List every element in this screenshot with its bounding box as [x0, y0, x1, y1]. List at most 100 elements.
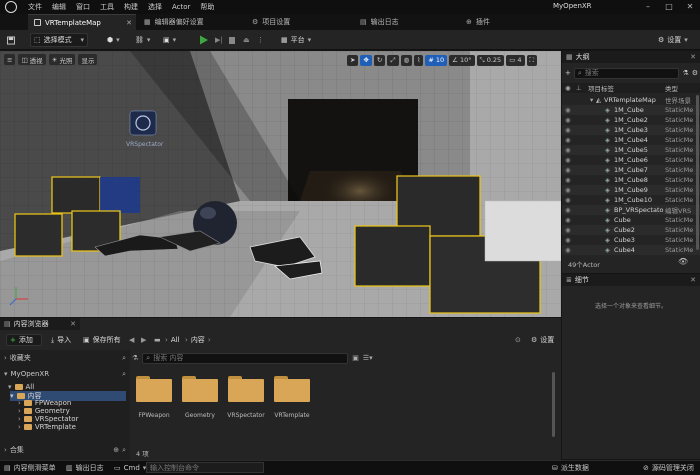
grid-snap-button[interactable]: #10 [425, 54, 448, 66]
translate-transform-button[interactable]: ✥ [360, 54, 372, 66]
scale-transform-button[interactable]: ⤢ [387, 54, 399, 66]
eye-icon[interactable]: ◉ [565, 84, 571, 92]
search-icon[interactable]: ⌕ [122, 354, 126, 363]
outliner-row[interactable]: ◉ ◈ 1M_Cube4 StaticMe [562, 135, 700, 145]
menu-tools[interactable]: 工具 [100, 2, 114, 12]
outliner-row[interactable]: ◉ ◈ 1M_Cube6 StaticMe [562, 155, 700, 165]
eye-icon[interactable]: ◉ [565, 236, 571, 244]
eye-icon[interactable]: ◉ [565, 136, 571, 144]
eye-icon[interactable]: ◉ [565, 176, 571, 184]
content-settings-button[interactable]: ⚙ 设置 [528, 334, 557, 346]
console-input[interactable]: 输入控制台命令 [146, 462, 264, 473]
tree-item-fpweapon[interactable]: › FPWeapon [18, 399, 71, 407]
folder-tile[interactable] [274, 376, 310, 402]
rotate-snap-button[interactable]: ∠ 10° [449, 54, 475, 66]
tab-project-settings[interactable]: ⚙ 项目设置 [246, 14, 346, 30]
outliner-search-input[interactable]: ⌕ 搜索 [573, 67, 680, 79]
cmd-dropdown[interactable]: ▭ Cmd ▾ [114, 462, 146, 473]
eye-icon[interactable]: ◉ [565, 146, 571, 154]
outliner-row[interactable]: ◉ ◈ 1M_Cube10 StaticMe [562, 195, 700, 205]
tree-item-vrtemplate[interactable]: › VRTemplate [18, 423, 76, 431]
maximize-viewport-button[interactable]: ⛶ [526, 54, 538, 66]
save-icon[interactable] [4, 33, 18, 47]
menu-edit[interactable]: 编辑 [52, 2, 66, 12]
close-icon[interactable]: ✕ [685, 2, 695, 12]
surface-snap-button[interactable]: ⌇ [414, 54, 424, 66]
save-all-button[interactable]: ▣ 保存所有 [80, 334, 124, 346]
scale-snap-button[interactable]: ⤡ 0.25 [476, 54, 505, 66]
outliner-row[interactable]: ◉ ◈ Cube3 StaticMe [562, 235, 700, 245]
outliner-row[interactable]: ◉ ◈ 1M_Cube StaticMe [562, 105, 700, 115]
source-control-button[interactable]: ⊘ 源码管理关闭 [643, 462, 694, 473]
tree-item-vrspectator[interactable]: › VRSpectator [18, 415, 78, 423]
filter-icon[interactable]: ⚗ [132, 354, 138, 362]
eye-icon[interactable]: ◉ [565, 226, 571, 234]
rotate-transform-button[interactable]: ↻ [373, 54, 386, 66]
content-browser-tab[interactable]: ▤ 内容浏览器 ✕ [0, 318, 80, 330]
tab-output-log[interactable]: ▤ 输出日志 [354, 14, 454, 30]
breadcrumb-content[interactable]: › 内容 › [182, 334, 214, 346]
pin-icon[interactable]: ⊥ [576, 84, 582, 92]
eject-button[interactable]: ⏏ [240, 33, 252, 47]
level-viewport[interactable]: VRSpectator [0, 51, 561, 317]
menu-select[interactable]: 选择 [148, 2, 162, 12]
lit-button[interactable]: ☀ 光照 [48, 54, 76, 65]
content-search-input[interactable]: ⌕ 搜索 内容 [142, 352, 349, 364]
outliner-scrollbar[interactable] [696, 95, 699, 250]
eye-icon[interactable]: ◉ [565, 216, 571, 224]
settings-button[interactable]: ⚙ 设置 ▾ [655, 33, 695, 47]
folder-tile[interactable] [228, 376, 264, 402]
eye-icon[interactable]: ◉ [565, 206, 571, 214]
cinematics-button[interactable]: ▣ ▾ [160, 33, 182, 47]
blueprint-button[interactable]: ⛓ ▾ [132, 33, 154, 47]
eye-icon[interactable]: ◉ [565, 196, 571, 204]
tree-item-geometry[interactable]: › Geometry [18, 407, 70, 415]
stop-button[interactable] [226, 33, 238, 47]
minimize-icon[interactable]: – [643, 2, 653, 12]
eye-icon[interactable]: ◉ [565, 116, 571, 124]
sort-icon[interactable]: ☰▾ [363, 354, 373, 362]
eye-icon[interactable]: ◉ [565, 246, 571, 254]
search-icon[interactable]: ⌕ [122, 370, 126, 379]
breadcrumb-all[interactable]: › All [162, 334, 183, 346]
folder-tile[interactable] [136, 376, 172, 402]
history-back-button[interactable]: ◀ [126, 334, 137, 346]
tab-plugins[interactable]: ⊕ 插件 [460, 14, 540, 30]
menu-build[interactable]: 构建 [124, 2, 138, 12]
view-options-icon[interactable]: 👁 [678, 257, 688, 266]
eye-icon[interactable]: ◉ [565, 166, 571, 174]
outliner-row[interactable]: ◉ ◈ 1M_Cube2 StaticMe [562, 115, 700, 125]
outliner-row[interactable]: ◉ ◈ Cube StaticMe [562, 215, 700, 225]
close-icon[interactable]: ✕ [690, 53, 696, 61]
import-button[interactable]: ⤓ 导入 [48, 334, 74, 346]
menu-file[interactable]: 文件 [28, 2, 42, 12]
tab-close-icon[interactable]: ✕ [126, 19, 132, 27]
search-icon[interactable]: ⌕ [122, 446, 126, 455]
tab-editor-preferences[interactable]: ▦ 编辑器偏好设置 [138, 14, 238, 30]
outliner-row[interactable]: ◉ ◈ 1M_Cube5 StaticMe [562, 145, 700, 155]
filter-icon[interactable]: ⚗ [682, 69, 688, 77]
outliner-row[interactable]: ◉ ◈ Cube2 StaticMe [562, 225, 700, 235]
select-transform-button[interactable]: ➤ [347, 54, 359, 66]
mode-select-dropdown[interactable]: ⬚ 选择模式 ▾ [30, 33, 88, 47]
perspective-button[interactable]: ◫ 透视 [18, 54, 46, 65]
add-actor-button[interactable]: ⬢ ▾ [104, 33, 126, 47]
tab-vrtemplatemap[interactable]: VRTemplateMap ✕ [28, 14, 136, 30]
tree-item-all[interactable]: ▾ All [8, 383, 34, 391]
menu-actor[interactable]: Actor [172, 3, 190, 11]
camera-speed-button[interactable]: ▭ 4 [506, 54, 525, 66]
eye-icon[interactable]: ◉ [565, 186, 571, 194]
history-forward-button[interactable]: ▶ [138, 334, 149, 346]
viewport-menu-button[interactable]: ≡ [4, 54, 16, 65]
asset-scrollbar[interactable] [552, 372, 555, 437]
outliner-row[interactable]: ◉ ◈ 1M_Cube3 StaticMe [562, 125, 700, 135]
menu-help[interactable]: 帮助 [200, 2, 214, 12]
outliner-row[interactable]: ◉ ◈ 1M_Cube9 StaticMe [562, 185, 700, 195]
add-collection-icon[interactable]: ⊕ [113, 446, 119, 454]
outliner-row[interactable]: ◉ ◈ Cube4 StaticMe [562, 245, 700, 255]
eye-icon[interactable]: ◉ [565, 126, 571, 134]
close-icon[interactable]: ✕ [690, 276, 696, 284]
save-search-icon[interactable]: ▣ [352, 354, 359, 362]
column-label[interactable]: 项目标签 [588, 83, 614, 93]
outliner-row[interactable]: ◉ ◈ BP_VRSpectato 编辑VRS [562, 205, 700, 215]
